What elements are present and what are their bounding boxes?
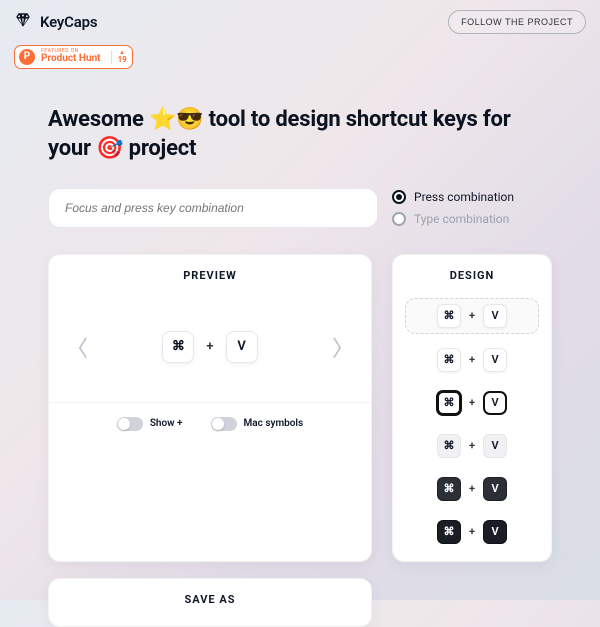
product-hunt-icon: P bbox=[19, 49, 35, 65]
preview-keys: ⌘ + V bbox=[162, 331, 257, 363]
mode-press-combination[interactable]: Press combination bbox=[392, 190, 552, 204]
design-variant-6[interactable]: ⌘ + V bbox=[405, 515, 539, 549]
plus-icon: + bbox=[469, 525, 475, 538]
radio-icon bbox=[392, 212, 406, 226]
follow-project-button[interactable]: FOLLOW THE PROJECT bbox=[448, 10, 586, 34]
design-variant-4[interactable]: ⌘ + V bbox=[405, 429, 539, 463]
keycap-icon: ⌘ bbox=[437, 434, 461, 458]
hero-heading: Awesome ⭐😎 tool to design shortcut keys … bbox=[0, 69, 600, 164]
keycap-icon: ⌘ bbox=[437, 477, 461, 501]
preview-next-button[interactable]: 〉 bbox=[331, 331, 355, 363]
preview-title: PREVIEW bbox=[49, 255, 371, 292]
topbar: KeyCaps FOLLOW THE PROJECT bbox=[0, 0, 600, 40]
combo-input[interactable] bbox=[48, 188, 378, 228]
toggle-label: Mac symbols bbox=[244, 418, 304, 429]
radio-icon bbox=[392, 190, 406, 204]
product-hunt-row: P FEATURED ON Product Hunt ▲ 19 bbox=[0, 40, 600, 69]
switch-icon bbox=[117, 417, 143, 431]
keycap-icon: V bbox=[483, 434, 507, 458]
keycap-icon: V bbox=[483, 477, 507, 501]
keycap-icon: V bbox=[483, 391, 507, 415]
save-as-title: SAVE AS bbox=[184, 593, 235, 606]
keycap-icon: V bbox=[483, 520, 507, 544]
mode-type-combination[interactable]: Type combination bbox=[392, 212, 552, 226]
save-as-panel: SAVE AS bbox=[48, 578, 372, 627]
brand-name: KeyCaps bbox=[40, 13, 97, 31]
keycap-icon: V bbox=[483, 304, 507, 328]
preview-plus: + bbox=[206, 339, 213, 354]
diamond-icon bbox=[14, 11, 32, 33]
preview-key-modifier: ⌘ bbox=[162, 331, 194, 363]
ph-upvotes: 19 bbox=[118, 56, 127, 64]
design-panel: DESIGN ⌘ + V ⌘ + V ⌘ + V ⌘ + V bbox=[392, 254, 552, 562]
plus-icon: + bbox=[469, 439, 475, 452]
toggle-show-plus[interactable]: Show + bbox=[117, 417, 183, 431]
keycap-icon: ⌘ bbox=[437, 520, 461, 544]
preview-key-letter: V bbox=[226, 331, 258, 363]
plus-icon: + bbox=[469, 482, 475, 495]
toggle-mac-symbols[interactable]: Mac symbols bbox=[211, 417, 304, 431]
toggle-label: Show + bbox=[150, 418, 183, 429]
brand: KeyCaps bbox=[14, 11, 97, 33]
design-body: ⌘ + V ⌘ + V ⌘ + V ⌘ + V ⌘ + V bbox=[393, 292, 551, 561]
design-variant-3[interactable]: ⌘ + V bbox=[405, 386, 539, 420]
panels: PREVIEW 〈 ⌘ + V 〉 Show + Mac symbols DES… bbox=[48, 254, 552, 562]
keycap-icon: V bbox=[483, 348, 507, 372]
radio-label: Press combination bbox=[414, 190, 514, 204]
plus-icon: + bbox=[469, 309, 475, 322]
radio-label: Type combination bbox=[414, 212, 509, 226]
product-hunt-badge[interactable]: P FEATURED ON Product Hunt ▲ 19 bbox=[14, 45, 133, 69]
preview-body: 〈 ⌘ + V 〉 bbox=[49, 292, 371, 402]
keycap-icon: ⌘ bbox=[437, 304, 461, 328]
plus-icon: + bbox=[469, 396, 475, 409]
keycap-icon: ⌘ bbox=[437, 348, 461, 372]
design-title: DESIGN bbox=[393, 255, 551, 292]
preview-toggles: Show + Mac symbols bbox=[49, 402, 371, 445]
design-variant-5[interactable]: ⌘ + V bbox=[405, 472, 539, 506]
plus-icon: + bbox=[469, 353, 475, 366]
ph-name: Product Hunt bbox=[41, 54, 101, 64]
keycap-icon: ⌘ bbox=[437, 391, 461, 415]
mode-radio-group: Press combination Type combination bbox=[392, 188, 552, 226]
design-variant-2[interactable]: ⌘ + V bbox=[405, 343, 539, 377]
preview-prev-button[interactable]: 〈 bbox=[65, 331, 89, 363]
design-variant-1[interactable]: ⌘ + V bbox=[405, 298, 539, 334]
switch-icon bbox=[211, 417, 237, 431]
preview-panel: PREVIEW 〈 ⌘ + V 〉 Show + Mac symbols bbox=[48, 254, 372, 562]
combo-row: Press combination Type combination bbox=[48, 188, 552, 228]
